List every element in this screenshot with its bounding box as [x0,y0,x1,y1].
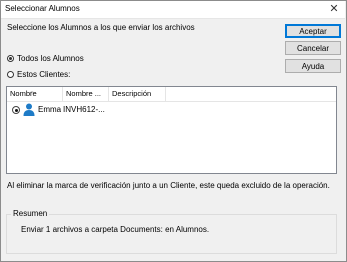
radio-all-label: Todos los Alumnos [17,54,84,63]
list-header: ︿ Nombre Nombre ... Descripción [7,87,336,102]
radio-all-students[interactable]: Todos los Alumnos [7,54,84,63]
column-header-name[interactable]: ︿ Nombre [7,87,63,101]
radio-clients-indicator[interactable] [7,71,14,78]
list-item[interactable]: Emma INVH612-... [7,102,336,117]
radio-all-indicator[interactable] [7,55,14,62]
summary-group [6,214,337,254]
summary-text: Enviar 1 archivos a carpeta Documents: e… [21,225,210,234]
sort-up-icon: ︿ [29,89,36,95]
help-button[interactable]: Ayuda [285,59,341,73]
close-icon[interactable]: ✕ [327,1,341,15]
accept-button[interactable]: Aceptar [285,24,341,38]
instruction-text: Seleccione los Alumnos a los que enviar … [7,23,195,32]
clients-list[interactable]: ︿ Nombre Nombre ... Descripción Emma INV… [6,86,337,174]
row-name: Emma [38,105,62,114]
column-header-description[interactable]: Descripción [109,87,166,101]
row-select-radio[interactable] [12,106,20,114]
cancel-button[interactable]: Cancelar [285,41,341,55]
column-header-machine[interactable]: Nombre ... [63,87,109,101]
exclusion-note: Al eliminar la marca de verificación jun… [7,181,330,190]
window-title: Seleccionar Alumnos [5,4,80,13]
user-icon [23,103,35,118]
summary-legend: Resumen [11,209,50,218]
radio-these-clients[interactable]: Estos Clientes: [7,70,70,79]
row-machine: INVH612-... [63,105,105,114]
radio-clients-label: Estos Clientes: [17,70,71,79]
title-bar: Seleccionar Alumnos ✕ [0,0,345,19]
